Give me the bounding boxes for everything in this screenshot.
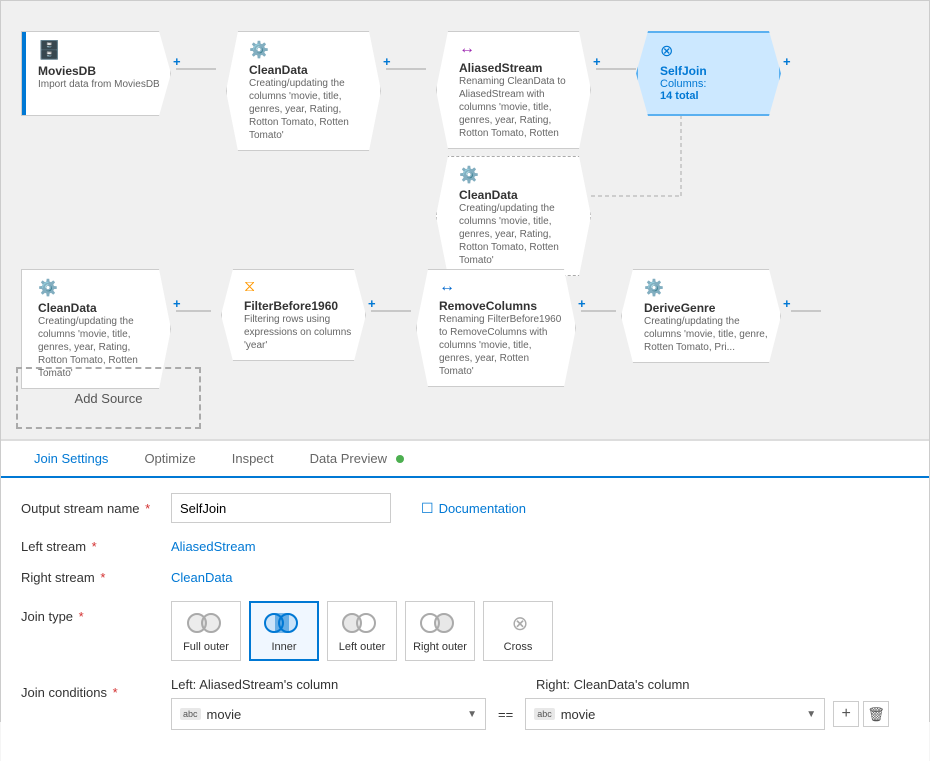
left-stream-label: Left stream *	[21, 539, 171, 554]
node-derive-genre[interactable]: ⚙️ DeriveGenre Creating/updating the col…	[621, 269, 781, 363]
plus-btn-3[interactable]: +	[593, 54, 601, 69]
join-btn-left-outer[interactable]: Left outer	[327, 601, 397, 661]
tab-optimize[interactable]: Optimize	[126, 441, 213, 478]
add-source-box[interactable]: Add Source	[16, 367, 201, 429]
node-title: SelfJoin	[660, 64, 769, 78]
plus-btn-7[interactable]: +	[578, 296, 586, 311]
condition-operator: ==	[494, 707, 517, 722]
node-title: CleanData	[459, 188, 580, 202]
join-type-row: Join type * Full outer	[21, 601, 909, 661]
node-desc: Renaming CleanData to AliasedStream with…	[459, 75, 580, 140]
plus-btn-1[interactable]: +	[173, 54, 181, 69]
right-stream-value[interactable]: CleanData	[171, 570, 232, 585]
node-clean-data-2[interactable]: ⚙️ CleanData Creating/updating the colum…	[436, 156, 591, 276]
plus-btn-6[interactable]: +	[368, 296, 376, 311]
documentation-link[interactable]: ☐ Documentation	[421, 500, 526, 517]
venn-full-outer	[187, 609, 225, 637]
condition-left-select[interactable]: abc movie ▼	[171, 698, 486, 730]
plus-btn-8[interactable]: +	[783, 296, 791, 311]
condition-left-value: movie	[207, 707, 242, 722]
join-btn-cross[interactable]: ⊗ Cross	[483, 601, 553, 661]
left-select-chevron: ▼	[467, 709, 477, 720]
add-condition-btn[interactable]: +	[833, 701, 859, 727]
bottom-panel: Join Settings Optimize Inspect Data Prev…	[1, 441, 929, 761]
node-desc: Filtering rows using expressions on colu…	[244, 313, 355, 352]
join-conditions-label: Join conditions *	[21, 677, 171, 700]
doc-icon: ☐	[421, 500, 434, 517]
venn-cross: ⊗	[498, 609, 538, 637]
left-type-badge: abc	[180, 708, 201, 720]
right-type-badge: abc	[534, 708, 555, 720]
node-title: DeriveGenre	[644, 301, 770, 315]
output-stream-input[interactable]	[171, 493, 391, 523]
canvas-area: 🗄️ MoviesDB Import data from MoviesDB + …	[1, 1, 929, 441]
left-stream-value[interactable]: AliasedStream	[171, 539, 256, 554]
delete-condition-btn[interactable]: 🗑	[863, 701, 889, 727]
node-title: FilterBefore1960	[244, 299, 355, 313]
condition-right-select[interactable]: abc movie ▼	[525, 698, 825, 730]
condition-action-buttons: + 🗑	[833, 701, 889, 727]
conditions-container: Left: AliasedStream's column Right: Clea…	[171, 677, 889, 730]
output-stream-row: Output stream name * ☐ Documentation	[21, 493, 909, 523]
join-btn-right-outer[interactable]: Right outer	[405, 601, 475, 661]
node-movies-db[interactable]: 🗄️ MoviesDB Import data from MoviesDB	[21, 31, 171, 116]
node-desc: Creating/updating the columns 'movie, ti…	[459, 202, 580, 267]
node-title: RemoveColumns	[439, 299, 565, 313]
tab-join-settings[interactable]: Join Settings	[16, 441, 126, 478]
settings-panel: Output stream name * ☐ Documentation Lef…	[1, 478, 929, 761]
add-source-label: Add Source	[75, 391, 143, 406]
join-btn-right-outer-label: Right outer	[413, 641, 467, 653]
tab-bar: Join Settings Optimize Inspect Data Prev…	[1, 441, 929, 478]
plus-btn-4[interactable]: +	[783, 54, 791, 69]
plus-btn-5[interactable]: +	[173, 296, 181, 311]
data-preview-dot	[396, 455, 404, 463]
node-desc: Creating/updating the columns 'movie, ti…	[249, 77, 370, 142]
venn-left-outer	[342, 609, 382, 637]
conditions-right-header: Right: CleanData's column	[536, 677, 836, 692]
venn-inner	[264, 609, 304, 637]
plus-btn-2[interactable]: +	[383, 54, 391, 69]
node-desc: Columns:14 total	[660, 78, 769, 102]
node-aliased-stream[interactable]: ↔ AliasedStream Renaming CleanData to Al…	[436, 31, 591, 149]
condition-row-1: abc movie ▼ == abc movie ▼	[171, 698, 889, 730]
right-select-chevron: ▼	[806, 709, 816, 720]
join-btn-inner-label: Inner	[271, 641, 296, 653]
join-btn-cross-label: Cross	[504, 641, 533, 653]
node-title: AliasedStream	[459, 61, 580, 75]
right-stream-label: Right stream *	[21, 570, 171, 585]
node-title: CleanData	[38, 301, 160, 315]
tab-data-preview[interactable]: Data Preview	[292, 441, 422, 478]
node-desc: Import data from MoviesDB	[38, 78, 160, 91]
join-btn-inner[interactable]: Inner	[249, 601, 319, 661]
conditions-headers: Left: AliasedStream's column Right: Clea…	[171, 677, 889, 692]
join-btn-left-outer-label: Left outer	[339, 641, 385, 653]
node-clean-data-1[interactable]: ⚙️ CleanData Creating/updating the colum…	[226, 31, 381, 151]
venn-right-outer	[420, 609, 460, 637]
right-stream-row: Right stream * CleanData	[21, 570, 909, 585]
join-btn-full-outer-label: Full outer	[183, 641, 229, 653]
join-type-buttons: Full outer Inner	[171, 601, 553, 661]
left-stream-row: Left stream * AliasedStream	[21, 539, 909, 554]
node-title: MoviesDB	[38, 64, 160, 78]
conditions-left-header: Left: AliasedStream's column	[171, 677, 486, 692]
node-remove-columns[interactable]: ↔ RemoveColumns Renaming FilterBefore196…	[416, 269, 576, 387]
node-filter-before[interactable]: ⧖ FilterBefore1960 Filtering rows using …	[221, 269, 366, 361]
node-self-join[interactable]: ⊗ SelfJoin Columns:14 total	[636, 31, 781, 116]
join-conditions-row: Join conditions * Left: AliasedStream's …	[21, 677, 909, 730]
join-type-label: Join type *	[21, 601, 171, 624]
tab-inspect[interactable]: Inspect	[214, 441, 292, 478]
condition-right-value: movie	[561, 707, 596, 722]
node-desc: Creating/updating the columns 'movie, ti…	[644, 315, 770, 354]
output-stream-label: Output stream name *	[21, 501, 171, 516]
node-desc: Renaming FilterBefore1960 to RemoveColum…	[439, 313, 565, 378]
node-title: CleanData	[249, 63, 370, 77]
join-btn-full-outer[interactable]: Full outer	[171, 601, 241, 661]
